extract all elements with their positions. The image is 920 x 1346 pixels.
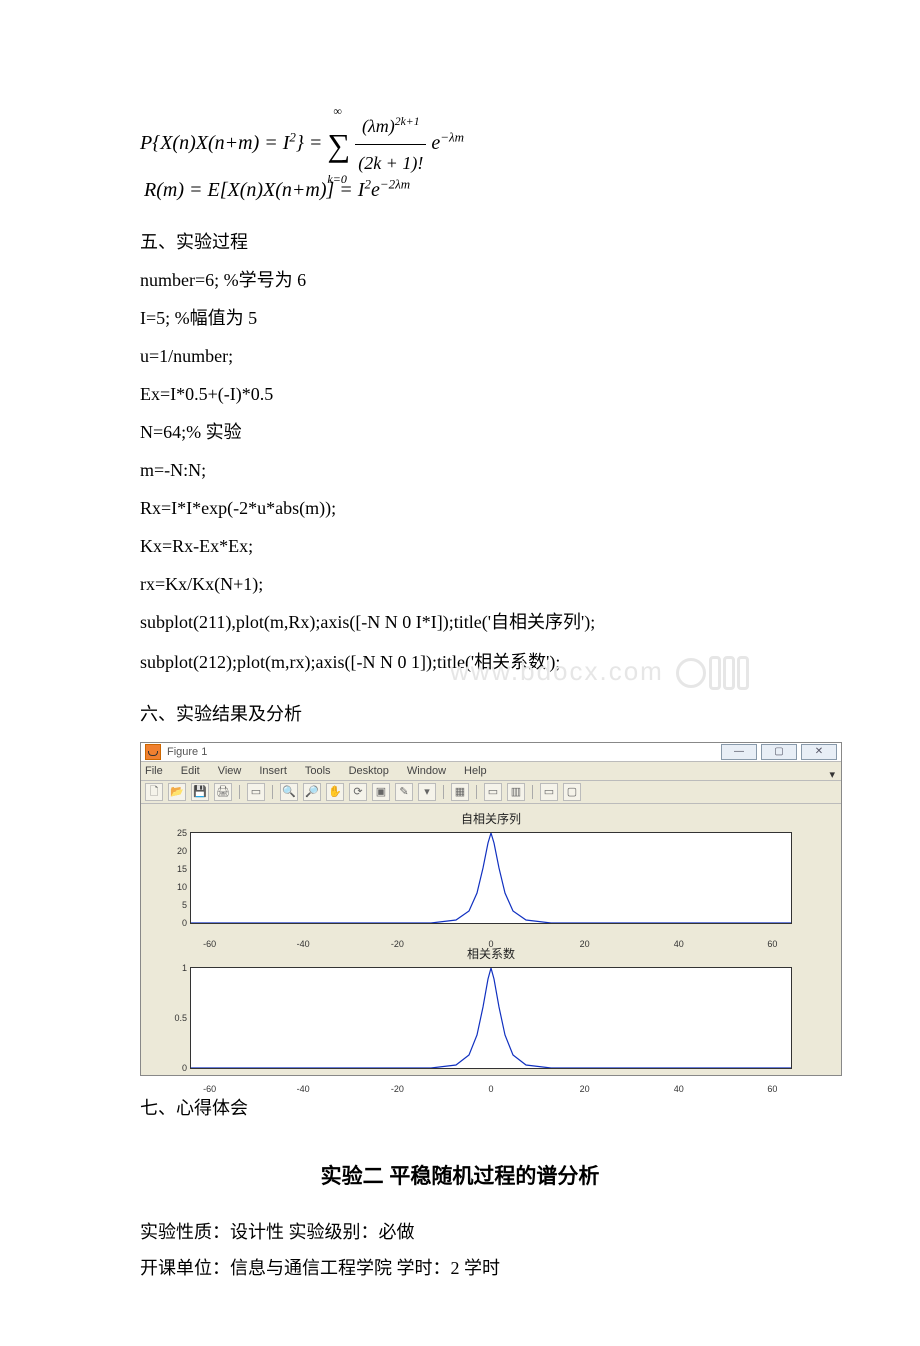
menu-tools[interactable]: Tools: [305, 760, 331, 782]
code-line: rx=Kx/Kx(N+1);: [140, 566, 780, 602]
plot2-title: 相关系数: [149, 942, 833, 966]
maximize-button[interactable]: ▢: [761, 744, 797, 760]
menu-dropdown-icon[interactable]: ▾: [829, 764, 835, 786]
plot1-curve: [191, 833, 791, 923]
code-line: u=1/number;: [140, 338, 780, 374]
code-line: number=6; %学号为 6: [140, 262, 780, 298]
menu-window[interactable]: Window: [407, 760, 446, 782]
plot1-yticks: 0 5 10 15 20 25: [167, 833, 189, 923]
plot2-yticks: 0 0.5 1: [167, 968, 189, 1068]
exp2-line-a: 实验性质：设计性 实验级别：必做: [140, 1214, 780, 1250]
show-icon[interactable]: ▢: [563, 783, 581, 801]
code-line: Ex=I*0.5+(-I)*0.5: [140, 376, 780, 412]
code-line: N=64;% 实验: [140, 414, 780, 450]
exp2-line-b: 开课单位：信息与通信工程学院 学时：2 学时: [140, 1250, 780, 1286]
new-icon[interactable]: 🗋: [145, 783, 163, 801]
code-line: Kx=Rx-Ex*Ex;: [140, 528, 780, 564]
open-icon[interactable]: 📂: [168, 783, 186, 801]
minimize-button[interactable]: —: [721, 744, 757, 760]
menu-file[interactable]: File: [145, 760, 163, 782]
code-line: Rx=I*I*exp(-2*u*abs(m));: [140, 490, 780, 526]
plot1-title: 自相关序列: [149, 807, 833, 831]
menu-help[interactable]: Help: [464, 760, 487, 782]
plot2-curve: [191, 968, 791, 1068]
datatip-icon[interactable]: ▣: [372, 783, 390, 801]
zoom-in-icon[interactable]: 🔍: [280, 783, 298, 801]
window-titlebar[interactable]: Figure 1 — ▢ ✕: [141, 743, 841, 762]
section-7-heading: 七、心得体会: [140, 1090, 780, 1126]
figure-window: Figure 1 — ▢ ✕ File Edit View Insert Too…: [140, 742, 842, 1076]
code-line: subplot(211),plot(m,Rx);axis([-N N 0 I*I…: [140, 604, 780, 640]
tool-bar: 🗋 📂 💾 🖨 ▭ 🔍 🔎 ✋ ⟳ ▣ ✎ ▾ ▦ ▭ ▥ ▭ ▢: [141, 781, 841, 804]
link-icon[interactable]: ▾: [418, 783, 436, 801]
experiment-2-heading: 实验二 平稳随机过程的谱分析: [140, 1156, 780, 1198]
section-5-heading: 五、实验过程: [140, 224, 780, 260]
hide-icon[interactable]: ▭: [540, 783, 558, 801]
plot2-axes[interactable]: 0 0.5 1 -60 -40 -20 0 20 40 60: [190, 967, 792, 1069]
equation-autocorr: R(m) = E[X(n)X(n+m)] = I2e−2λm: [144, 170, 780, 210]
code-line: I=5; %幅值为 5: [140, 300, 780, 336]
legend-icon[interactable]: ▭: [484, 783, 502, 801]
print-icon[interactable]: 🖨: [214, 783, 232, 801]
pointer-icon[interactable]: ▭: [247, 783, 265, 801]
brush-icon[interactable]: ✎: [395, 783, 413, 801]
menu-edit[interactable]: Edit: [181, 760, 200, 782]
menu-desktop[interactable]: Desktop: [349, 760, 389, 782]
matlab-icon: [145, 744, 161, 760]
menu-insert[interactable]: Insert: [259, 760, 287, 782]
save-icon[interactable]: 💾: [191, 783, 209, 801]
axes-icon[interactable]: ▥: [507, 783, 525, 801]
colorbar-icon[interactable]: ▦: [451, 783, 469, 801]
plot1-axes[interactable]: 0 5 10 15 20 25 -60 -40 -20 0 20 40: [190, 832, 792, 924]
code-line: m=-N:N;: [140, 452, 780, 488]
menu-bar: File Edit View Insert Tools Desktop Wind…: [141, 762, 841, 781]
close-button[interactable]: ✕: [801, 744, 837, 760]
equation-probability: P{X(n)X(n+m) = I2} = ∑ ∞ k=0 (λm)2k+1 (2…: [140, 108, 780, 162]
rotate-icon[interactable]: ⟳: [349, 783, 367, 801]
watermark: www.bdocx.com: [450, 636, 749, 712]
zoom-out-icon[interactable]: 🔎: [303, 783, 321, 801]
menu-view[interactable]: View: [218, 760, 242, 782]
pan-icon[interactable]: ✋: [326, 783, 344, 801]
